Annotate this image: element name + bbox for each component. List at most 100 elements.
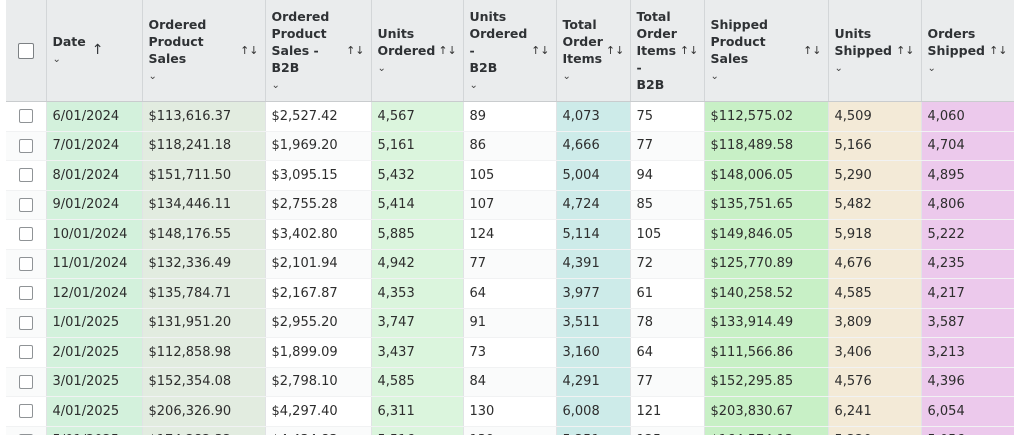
chevron-down-icon[interactable]: ⌄ [53, 51, 86, 68]
row-checkbox[interactable] [18, 168, 33, 183]
table-row: 5/01/2025 $174,282.32 $4,434.83 5,516 13… [6, 426, 1015, 435]
cell-ordered-product-sales-b2b: $2,101.94 [265, 249, 372, 279]
cell-ordered-product-sales-b2b: $2,798.10 [265, 367, 372, 397]
cell-date: 3/01/2025 [46, 367, 143, 397]
col-header-total-order-items-b2b[interactable]: Total Order Items - B2B ↑↓ [630, 0, 705, 102]
cell-date: 8/01/2024 [46, 160, 143, 191]
cell-units-ordered-b2b: 86 [463, 131, 557, 161]
row-checkbox[interactable] [18, 286, 33, 301]
chevron-down-icon[interactable]: ⌄ [928, 60, 986, 77]
row-checkbox[interactable] [18, 227, 33, 242]
row-select-cell [6, 278, 47, 309]
col-header-orders-shipped[interactable]: Orders Shipped ⌄ ↑↓ [921, 0, 1015, 102]
cell-ordered-product-sales: $206,326.90 [142, 396, 266, 427]
chevron-down-icon[interactable]: ⌄ [835, 60, 893, 77]
col-header-ordered-product-sales[interactable]: Ordered Product Sales ⌄ ↑↓ [142, 0, 266, 102]
cell-units-ordered-b2b: 107 [463, 190, 557, 220]
cell-units-ordered: 5,432 [371, 160, 464, 191]
table-row: 10/01/2024 $148,176.55 $3,402.80 5,885 1… [6, 219, 1015, 250]
cell-ordered-product-sales-b2b: $2,955.20 [265, 308, 372, 338]
col-header-line: Order [636, 26, 677, 41]
cell-orders-shipped: 3,587 [921, 308, 1015, 338]
cell-shipped-product-sales: $149,846.05 [704, 219, 829, 250]
cell-orders-shipped: 4,060 [921, 101, 1015, 132]
cell-units-ordered: 5,516 [371, 426, 464, 435]
sort-icon[interactable]: ↑↓ [989, 42, 1007, 59]
row-checkbox[interactable] [18, 256, 33, 271]
cell-total-order-items: 4,391 [556, 249, 631, 279]
cell-ordered-product-sales-b2b: $3,402.80 [265, 219, 372, 250]
row-checkbox[interactable] [18, 315, 33, 330]
row-checkbox[interactable] [18, 138, 33, 153]
table-row: 4/01/2025 $206,326.90 $4,297.40 6,311 13… [6, 396, 1015, 427]
col-header-units-ordered[interactable]: Units Ordered ⌄ ↑↓ [371, 0, 464, 102]
cell-ordered-product-sales-b2b: $4,297.40 [265, 396, 372, 427]
cell-units-shipped: 5,290 [828, 160, 922, 191]
col-header-line: Shipped [834, 42, 893, 58]
cell-shipped-product-sales: $133,914.49 [704, 308, 829, 338]
row-select-cell [6, 308, 47, 338]
row-checkbox[interactable] [18, 404, 33, 419]
row-checkbox[interactable] [18, 197, 33, 212]
row-select-cell [6, 249, 47, 279]
col-header-total-order-items[interactable]: Total Order Items ⌄ ↑↓ [556, 0, 631, 102]
col-header-units-ordered-b2b[interactable]: Units Ordered - B2B ⌄ ↑↓ [463, 0, 557, 102]
cell-units-ordered: 5,414 [371, 190, 464, 220]
cell-date: 7/01/2024 [46, 131, 143, 161]
sort-icon[interactable]: ↑↓ [438, 42, 456, 59]
cell-ordered-product-sales: $134,446.11 [142, 190, 266, 220]
row-select-cell [6, 131, 47, 161]
sort-icon[interactable]: ↑↓ [606, 42, 624, 59]
cell-date: 6/01/2024 [46, 101, 143, 132]
chevron-down-icon[interactable]: ⌄ [711, 68, 801, 85]
sort-icon[interactable]: ↑↓ [240, 42, 258, 59]
cell-units-ordered: 4,942 [371, 249, 464, 279]
cell-total-order-items-b2b: 78 [630, 308, 705, 338]
cell-units-shipped: 4,509 [828, 101, 922, 132]
select-all-checkbox[interactable] [17, 43, 34, 60]
row-select-cell [6, 160, 47, 191]
cell-ordered-product-sales-b2b: $1,899.09 [265, 337, 372, 368]
sort-icon[interactable]: ↑↓ [531, 42, 549, 59]
cell-orders-shipped: 3,213 [921, 337, 1015, 368]
row-checkbox[interactable] [18, 345, 33, 360]
row-checkbox[interactable] [18, 109, 33, 124]
col-header-line: Items [562, 51, 603, 66]
chevron-down-icon[interactable]: ⌄ [272, 77, 344, 94]
table-row: 2/01/2025 $112,858.98 $1,899.09 3,437 73… [6, 337, 1015, 368]
cell-units-ordered-b2b: 139 [463, 426, 557, 435]
row-checkbox[interactable] [18, 374, 33, 389]
cell-date: 12/01/2024 [46, 278, 143, 309]
cell-ordered-product-sales: $118,241.18 [142, 131, 266, 161]
cell-units-shipped: 5,482 [828, 190, 922, 220]
cell-ordered-product-sales-b2b: $2,167.87 [265, 278, 372, 309]
cell-units-ordered-b2b: 91 [463, 308, 557, 338]
sort-icon[interactable]: ↑↓ [346, 42, 364, 59]
col-header-line: Units [377, 25, 415, 41]
col-header-line: Ordered [271, 8, 330, 24]
col-header-units-shipped[interactable]: Units Shipped ⌄ ↑↓ [828, 0, 922, 102]
select-all-cell [6, 0, 47, 102]
col-header-line: Orders [927, 25, 976, 41]
cell-total-order-items: 4,724 [556, 190, 631, 220]
sort-icon[interactable]: ↑↓ [803, 42, 821, 59]
chevron-down-icon[interactable]: ⌄ [470, 77, 529, 94]
chevron-down-icon[interactable]: ⌄ [149, 68, 238, 85]
sort-icon[interactable]: ↑↓ [680, 42, 698, 59]
cell-units-ordered-b2b: 84 [463, 367, 557, 397]
chevron-down-icon[interactable]: ⌄ [563, 68, 603, 85]
table-row: 9/01/2024 $134,446.11 $2,755.28 5,414 10… [6, 190, 1015, 220]
col-header-line: Ordered [377, 42, 436, 58]
cell-date: 9/01/2024 [46, 190, 143, 220]
cell-shipped-product-sales: $140,258.52 [704, 278, 829, 309]
cell-units-shipped: 5,166 [828, 131, 922, 161]
col-header-shipped-product-sales[interactable]: Shipped Product Sales ⌄ ↑↓ [704, 0, 829, 102]
col-header-date[interactable]: Date ⌄ ↑ [46, 0, 143, 102]
cell-shipped-product-sales: $164,574.13 [704, 426, 829, 435]
sort-icon[interactable]: ↑↓ [896, 42, 914, 59]
cell-ordered-product-sales: $131,951.20 [142, 308, 266, 338]
col-header-ordered-product-sales-b2b[interactable]: Ordered Product Sales - B2B ⌄ ↑↓ [265, 0, 372, 102]
cell-orders-shipped: 4,704 [921, 131, 1015, 161]
sort-ascending-icon[interactable]: ↑ [92, 42, 104, 59]
chevron-down-icon[interactable]: ⌄ [378, 60, 436, 77]
